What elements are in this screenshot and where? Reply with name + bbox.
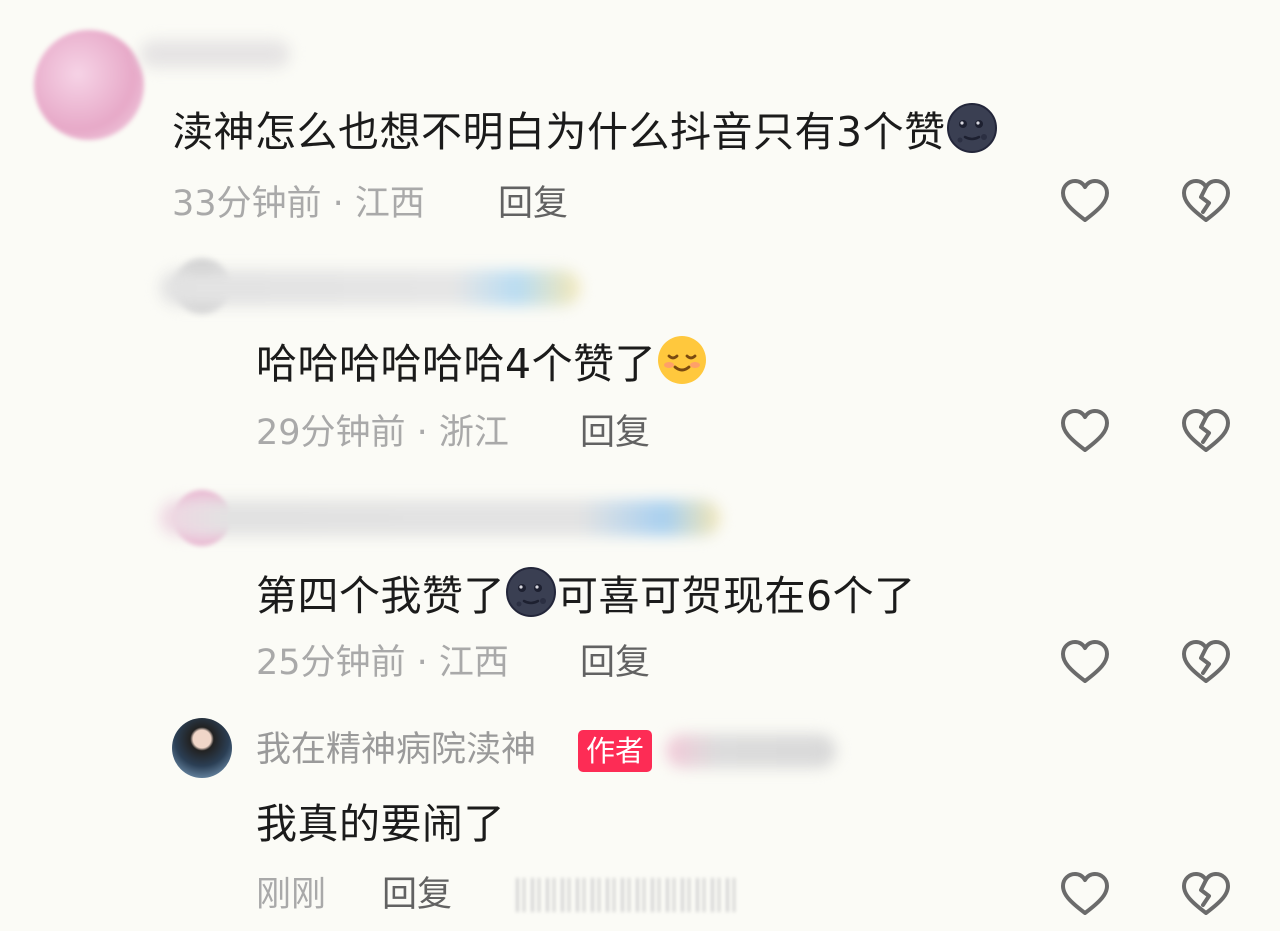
comment-meta: 29分钟前 · 浙江 bbox=[256, 413, 509, 453]
comment-meta: 33分钟前 · 江西 bbox=[172, 184, 425, 224]
heart-outline-icon[interactable] bbox=[1059, 406, 1111, 458]
heart-outline-icon[interactable] bbox=[1059, 637, 1111, 689]
broken-heart-icon[interactable] bbox=[1180, 176, 1232, 228]
new-moon-face-emoji bbox=[505, 566, 557, 618]
heart-outline-icon[interactable] bbox=[1059, 176, 1111, 228]
author-username[interactable]: 我在精神病院渎神 bbox=[256, 728, 536, 772]
reply-button[interactable]: 回复 bbox=[382, 873, 452, 917]
broken-heart-icon[interactable] bbox=[1180, 869, 1232, 921]
comment-text: 第四个我赞了 可喜可贺现在6个了 bbox=[256, 566, 916, 622]
reply-button[interactable]: 回复 bbox=[580, 411, 650, 455]
smiling-face-emoji bbox=[656, 334, 708, 386]
username-redacted[interactable] bbox=[160, 270, 580, 306]
comment-text: 哈哈哈哈哈哈4个赞了 bbox=[256, 334, 708, 390]
comment-meta: 25分钟前 · 江西 bbox=[256, 643, 509, 683]
new-moon-face-emoji bbox=[946, 102, 998, 154]
comment-text: 我真的要闹了 bbox=[256, 800, 505, 848]
username-redacted[interactable] bbox=[140, 40, 290, 68]
comment-meta: 刚刚 bbox=[256, 875, 327, 915]
reply-button[interactable]: 回复 bbox=[580, 641, 650, 685]
heart-outline-icon[interactable] bbox=[1059, 869, 1111, 921]
broken-heart-icon[interactable] bbox=[1180, 406, 1232, 458]
comment-text: 渎神怎么也想不明白为什么抖音只有3个赞 bbox=[172, 102, 998, 158]
watermark bbox=[516, 878, 738, 912]
reply-target-redacted bbox=[666, 734, 836, 768]
author-badge: 作者 bbox=[578, 730, 653, 772]
username-redacted[interactable] bbox=[160, 500, 720, 536]
broken-heart-icon[interactable] bbox=[1180, 637, 1232, 689]
avatar[interactable] bbox=[34, 30, 144, 140]
reply-button[interactable]: 回复 bbox=[498, 182, 568, 226]
author-avatar[interactable] bbox=[172, 718, 232, 778]
